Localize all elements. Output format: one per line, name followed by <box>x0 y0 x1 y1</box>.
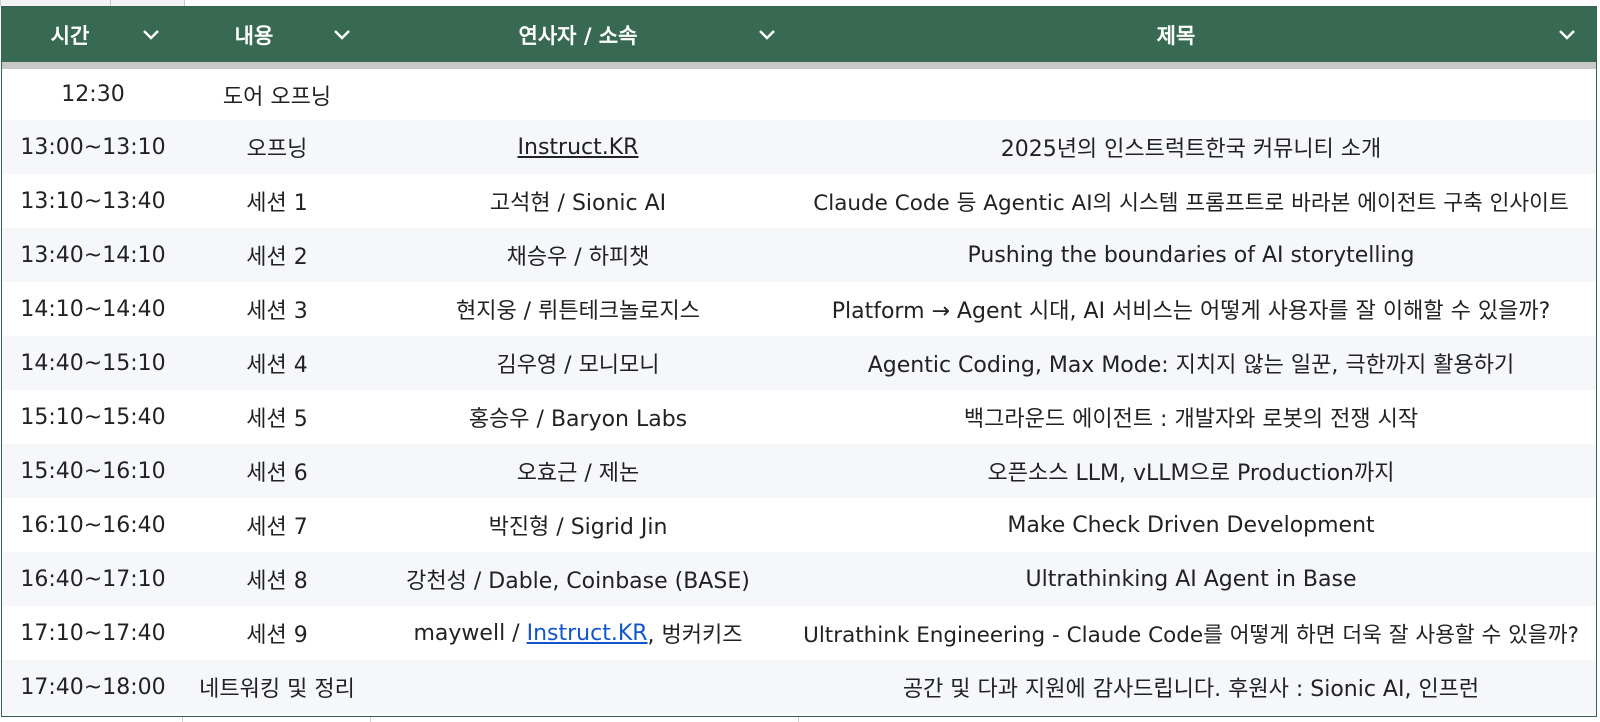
time-cell: 13:10~13:40 <box>20 188 166 214</box>
table-row: 16:40~17:10 세션 8 강천성 / Dable, Coinbase (… <box>2 552 1596 606</box>
table-row: 13:00~13:10 오프닝 Instruct.KR 2025년의 인스트럭트… <box>2 120 1596 174</box>
speaker-cell: Instruct.KR <box>370 120 786 174</box>
title-cell: Claude Code 등 Agentic AI의 시스템 프롬프트로 바라본 … <box>813 190 1569 216</box>
time-cell: 13:40~14:10 <box>20 242 166 268</box>
table-row: 12:30 도어 오프닝 <box>2 69 1596 120</box>
chevron-down-icon[interactable] <box>758 28 776 42</box>
content-cell: 세션 9 <box>246 623 308 648</box>
content-cell: 도어 오프닝 <box>222 84 332 110</box>
schedule-table: 시간 내용 연사자 / 소속 제목 12:30 도어 오프닝 13:00~13:… <box>1 6 1597 717</box>
speaker-link[interactable]: Instruct.KR <box>518 135 639 160</box>
time-cell: 14:10~14:40 <box>20 296 166 322</box>
table-header: 시간 내용 연사자 / 소속 제목 <box>2 7 1596 62</box>
speaker-cell: 고석현 / Sionic AI <box>489 191 667 216</box>
title-cell: Platform → Agent 시대, AI 서비스는 어떻게 사용자를 잘 … <box>831 299 1551 324</box>
time-cell: 16:40~17:10 <box>20 566 166 592</box>
content-cell: 세션 5 <box>246 407 308 432</box>
title-cell: Agentic Coding, Max Mode: 지치지 않는 일꾼, 극한까… <box>867 353 1515 378</box>
header-content: 내용 <box>234 23 274 48</box>
title-cell: Ultrathink Engineering - Claude Code를 어떻… <box>803 622 1579 648</box>
header-time: 시간 <box>50 23 90 48</box>
content-cell: 세션 8 <box>246 569 308 594</box>
time-cell: 12:30 <box>61 82 125 107</box>
table-row: 15:10~15:40 세션 5 홍승우 / Baryon Labs 백그라운드… <box>2 390 1596 444</box>
content-cell: 세션 2 <box>246 245 308 270</box>
speaker-cell <box>370 69 786 120</box>
grid-line <box>370 717 371 722</box>
title-cell <box>786 69 1596 120</box>
content-cell: 네트워킹 및 정리 <box>199 677 355 702</box>
time-cell: 17:10~17:40 <box>20 620 166 646</box>
bottom-strip <box>0 717 1600 722</box>
title-cell: 공간 및 다과 지원에 감사드립니다. 후원사 : Sionic AI, 인프런 <box>902 677 1480 702</box>
table-row: 13:10~13:40 세션 1 고석현 / Sionic AI Claude … <box>2 174 1596 228</box>
speaker-cell: 김우영 / 모니모니 <box>496 353 660 378</box>
title-cell: 2025년의 인스트럭트한국 커뮤니티 소개 <box>1000 137 1382 162</box>
content-cell: 세션 1 <box>246 191 308 216</box>
header-title: 제목 <box>1156 23 1196 48</box>
title-cell: Make Check Driven Development <box>1007 512 1375 538</box>
grid-line <box>798 717 799 722</box>
table-row: 13:40~14:10 세션 2 채승우 / 하피챗 Pushing the b… <box>2 228 1596 282</box>
title-cell: 오픈소스 LLM, vLLM으로 Production까지 <box>987 461 1395 486</box>
table-row: 14:40~15:10 세션 4 김우영 / 모니모니 Agentic Codi… <box>2 336 1596 390</box>
time-cell: 13:00~13:10 <box>20 134 166 160</box>
time-cell: 16:10~16:40 <box>20 512 166 538</box>
content-cell: 세션 6 <box>246 461 308 486</box>
speaker-cell: 현지웅 / 뤼튼테크놀로지스 <box>455 299 701 324</box>
speaker-cell: 오효근 / 제논 <box>516 461 640 486</box>
title-cell: Pushing the boundaries of AI storytellin… <box>967 242 1415 268</box>
speaker-cell: 박진형 / Sigrid Jin <box>488 515 668 540</box>
content-cell: 오프닝 <box>246 137 308 162</box>
speaker-name: maywell / <box>413 620 527 646</box>
chevron-down-icon[interactable] <box>333 28 351 42</box>
header-speaker: 연사자 / 소속 <box>518 23 638 48</box>
speaker-cell: 강천성 / Dable, Coinbase (BASE) <box>406 569 750 594</box>
title-cell: Ultrathinking AI Agent in Base <box>1025 566 1357 592</box>
speaker-cell: 채승우 / 하피챗 <box>506 245 650 270</box>
grid-line <box>182 717 183 722</box>
content-cell: 세션 3 <box>246 299 308 324</box>
table-row: 17:10~17:40 세션 9 maywell / Instruct.KR, … <box>2 606 1596 660</box>
speaker-cell: 홍승우 / Baryon Labs <box>468 407 688 432</box>
table-row: 16:10~16:40 세션 7 박진형 / Sigrid Jin Make C… <box>2 498 1596 552</box>
speaker-org: , 벙커키즈 <box>647 623 743 648</box>
table-row: 15:40~16:10 세션 6 오효근 / 제논 오픈소스 LLM, vLLM… <box>2 444 1596 498</box>
chevron-down-icon[interactable] <box>142 28 160 42</box>
table-body: 12:30 도어 오프닝 13:00~13:10 오프닝 Instruct.KR… <box>2 69 1596 714</box>
content-cell: 세션 7 <box>246 515 308 540</box>
time-cell: 17:40~18:00 <box>20 674 166 700</box>
table-row: 17:40~18:00 네트워킹 및 정리 공간 및 다과 지원에 감사드립니다… <box>2 660 1596 714</box>
content-cell: 세션 4 <box>246 353 308 378</box>
chevron-down-icon[interactable] <box>1558 28 1576 42</box>
speaker-link[interactable]: Instruct.KR <box>527 621 648 646</box>
speaker-cell <box>370 660 786 714</box>
time-cell: 14:40~15:10 <box>20 350 166 376</box>
table-row: 14:10~14:40 세션 3 현지웅 / 뤼튼테크놀로지스 Platform… <box>2 282 1596 336</box>
header-divider <box>2 62 1596 69</box>
time-cell: 15:40~16:10 <box>20 458 166 484</box>
title-cell: 백그라운드 에이전트 : 개발자와 로봇의 전쟁 시작 <box>963 407 1419 432</box>
speaker-cell: maywell / Instruct.KR, 벙커키즈 <box>370 606 786 660</box>
time-cell: 15:10~15:40 <box>20 404 166 430</box>
